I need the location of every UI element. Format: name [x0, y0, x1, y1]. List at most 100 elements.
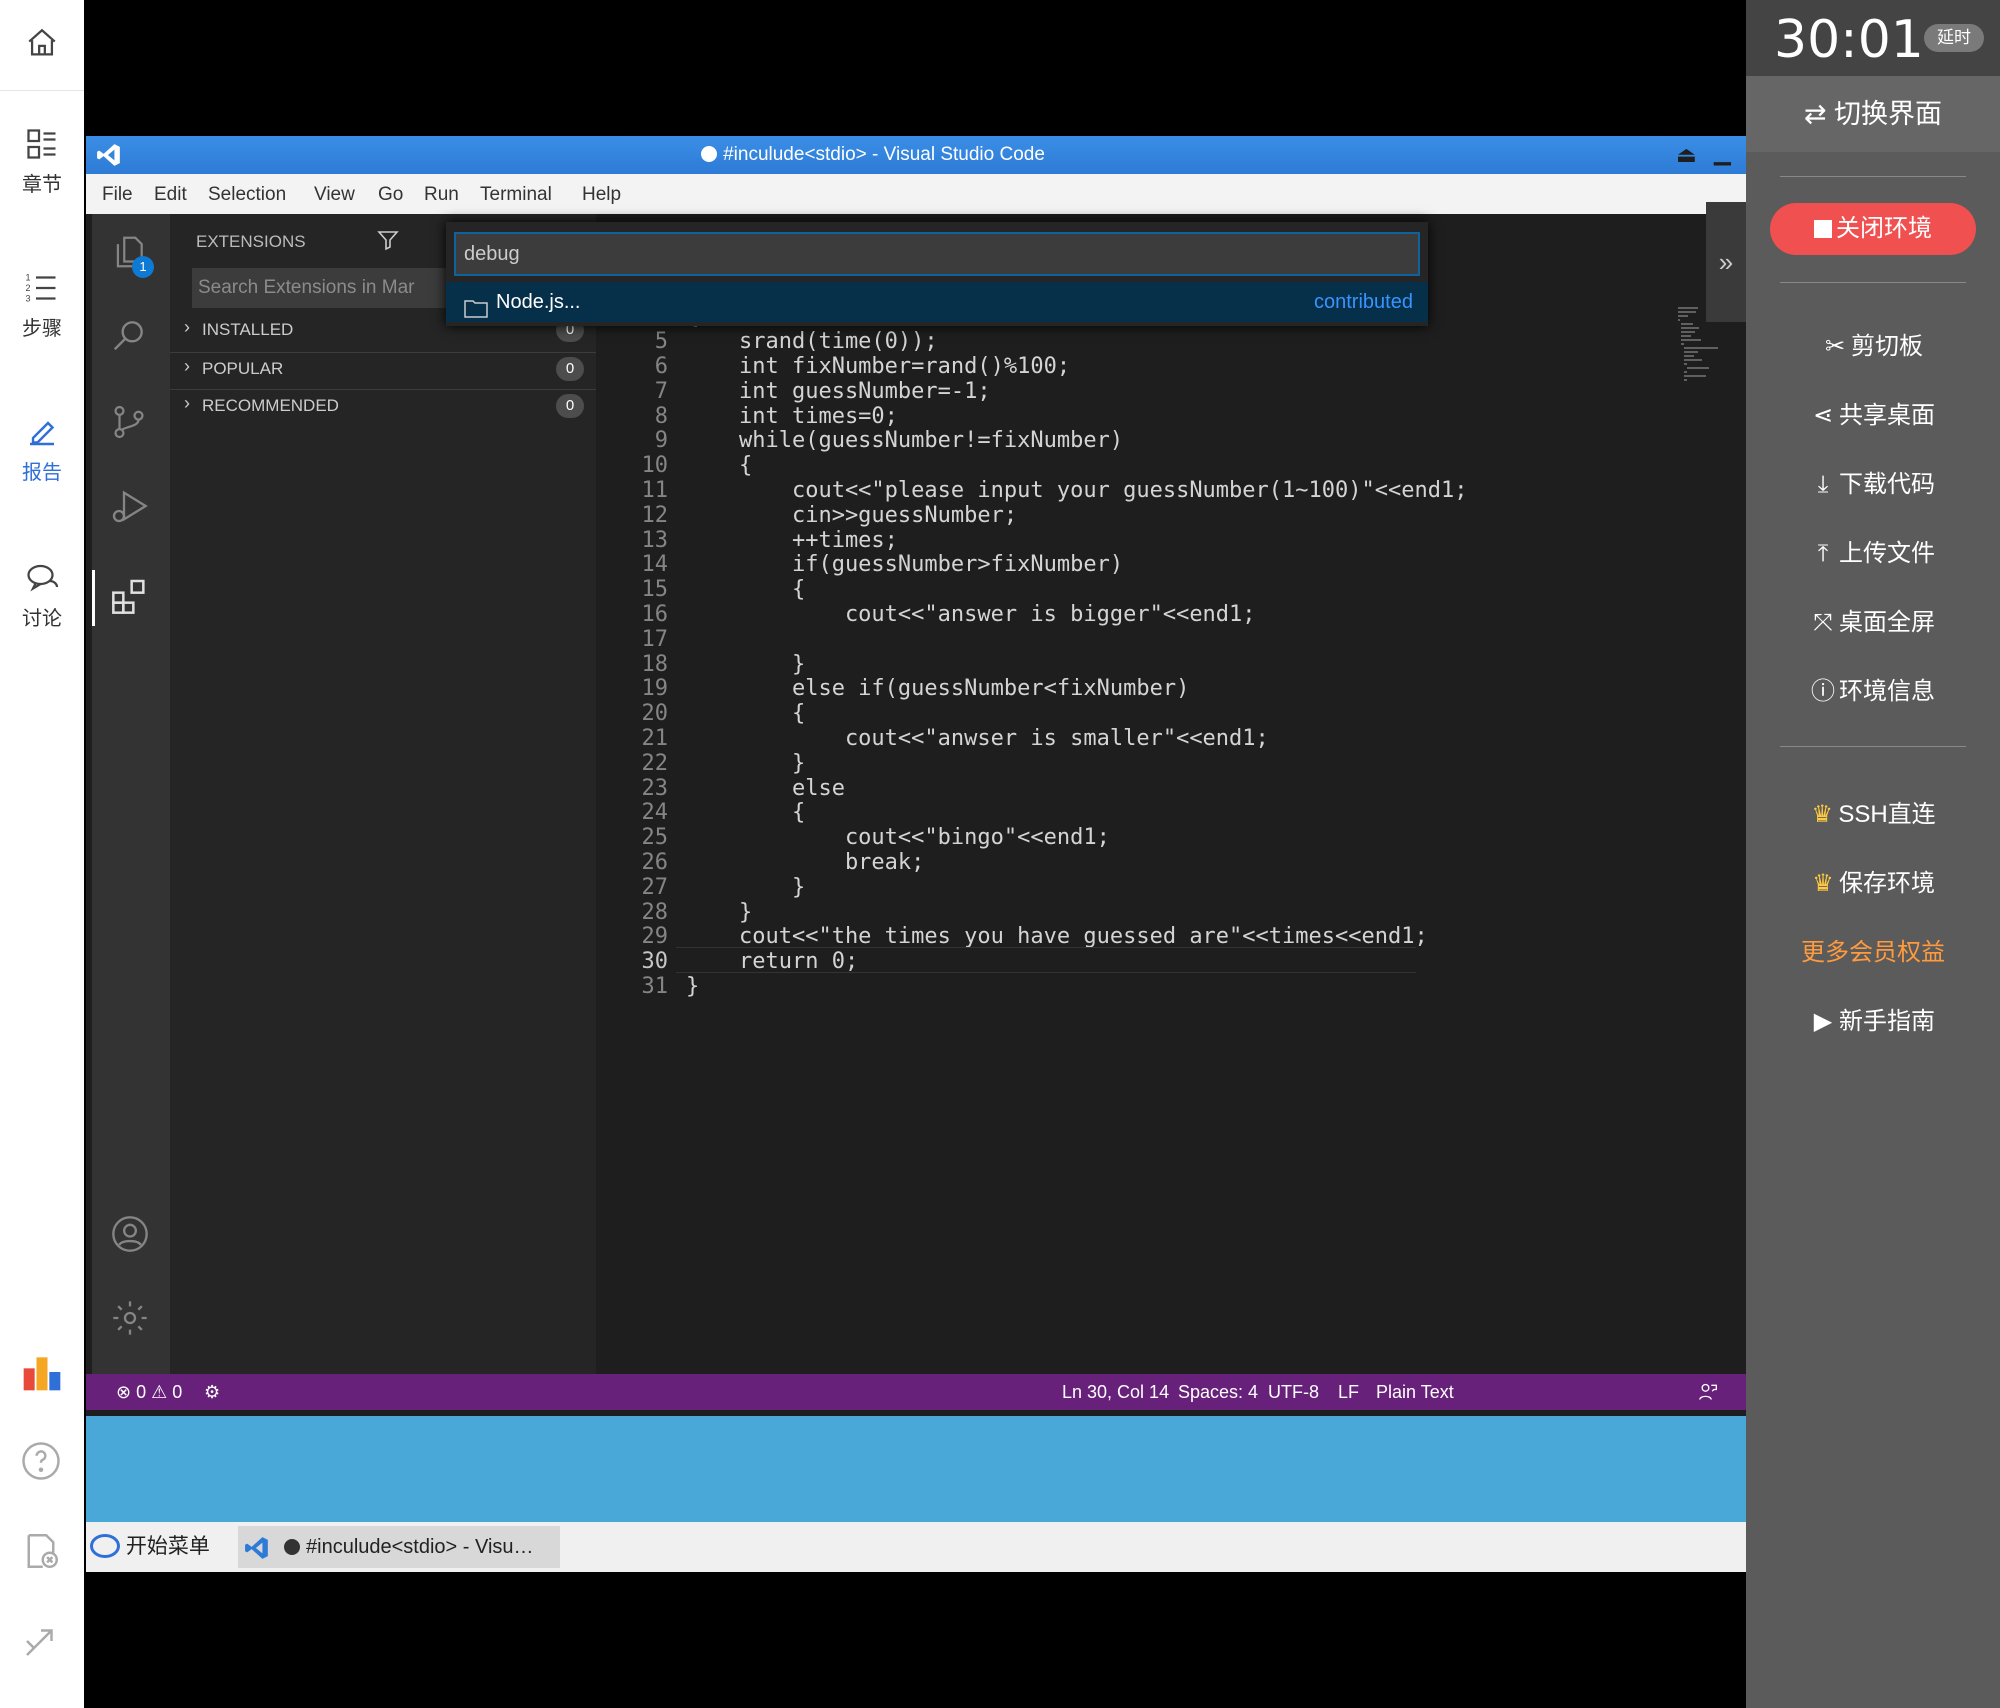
code-line[interactable]: else	[686, 776, 845, 801]
menu-selection[interactable]: Selection	[208, 184, 286, 206]
start-menu-button[interactable]: 开始菜单	[90, 1530, 210, 1564]
switch-ui-button[interactable]: ⇄ 切换界面	[1746, 76, 2000, 152]
menu-edit[interactable]: Edit	[154, 184, 187, 206]
menu-run[interactable]: Run	[424, 184, 459, 206]
code-line[interactable]: cout<<"answer is bigger"<<end1;	[686, 602, 1256, 627]
feedback-person-icon[interactable]	[1698, 1382, 1718, 1407]
line-number: 12	[641, 502, 669, 528]
divider	[1780, 282, 1966, 283]
expand-panel-chevron-icon[interactable]: »	[1706, 202, 1746, 322]
settings-gear-icon[interactable]	[110, 1298, 150, 1343]
code-line[interactable]: {	[686, 800, 805, 825]
run-debug-icon[interactable]	[108, 486, 150, 531]
upload-icon: ⤒	[1817, 540, 1829, 567]
eol[interactable]: LF	[1338, 1382, 1359, 1403]
extend-time-button[interactable]: 延时	[1924, 24, 1984, 52]
code-line[interactable]: cout<<"bingo"<<end1;	[686, 825, 1110, 850]
code-line[interactable]: return 0;	[686, 949, 858, 974]
section-popular[interactable]: › POPULAR 0	[170, 352, 596, 382]
clipboard-button[interactable]: ✂ 剪切板	[1746, 326, 2000, 361]
code-line[interactable]: cout<<"please input your guessNumber(1~1…	[686, 478, 1468, 503]
code-line[interactable]: cout<<"the times you have guessed are"<<…	[686, 924, 1428, 949]
ssh-direct-button[interactable]: ♛ SSH直连	[1746, 794, 2000, 829]
code-line[interactable]: else if(guessNumber<fixNumber)	[686, 676, 1189, 701]
chevron-right-icon: ›	[184, 317, 190, 337]
eject-icon[interactable]: ⏏	[1676, 142, 1697, 168]
code-line[interactable]: break;	[686, 850, 924, 875]
line-number: 26	[641, 850, 669, 875]
menu-file[interactable]: File	[102, 184, 133, 206]
debug-status-icon[interactable]: ⚙	[204, 1382, 220, 1403]
section-recommended[interactable]: › RECOMMENDED 0	[170, 389, 596, 419]
language-mode[interactable]: Plain Text	[1376, 1382, 1454, 1403]
nav-home[interactable]	[0, 26, 84, 66]
close-environment-button[interactable]: 关闭环境	[1770, 203, 1976, 255]
quick-pick: debug Node.js... contributed	[446, 222, 1428, 326]
nav-report[interactable]: 报告	[0, 414, 84, 485]
quick-pick-input[interactable]: debug	[454, 232, 1420, 276]
menu-help[interactable]: Help	[582, 184, 621, 206]
code-line[interactable]: {	[686, 701, 805, 726]
source-control-icon[interactable]	[110, 402, 148, 447]
problems-status[interactable]: ⊗ 0 ⚠ 0	[116, 1382, 182, 1403]
nav-discuss[interactable]: 讨论	[0, 560, 84, 631]
menu-go[interactable]: Go	[378, 184, 403, 206]
nav-chapters[interactable]: 章节	[0, 126, 84, 197]
code-line[interactable]: }	[686, 751, 805, 776]
course-nav: 章节 123 步骤 报告 讨论	[0, 0, 84, 1708]
code-line[interactable]: ++times;	[686, 528, 898, 553]
taskbar-window-vscode[interactable]: #inculude<stdio> - Visu…	[238, 1526, 560, 1568]
ranking-icon[interactable]	[20, 1350, 64, 1399]
nav-steps[interactable]: 123 步骤	[0, 270, 84, 341]
code-line[interactable]: srand(time(0));	[686, 329, 938, 354]
line-number: 8	[654, 403, 668, 429]
menu-terminal[interactable]: Terminal	[480, 184, 552, 206]
feedback-icon[interactable]	[20, 1620, 62, 1667]
help-icon[interactable]	[20, 1440, 62, 1487]
crown-icon: ♛	[1811, 801, 1834, 828]
code-line[interactable]: }	[686, 900, 752, 925]
search-icon[interactable]	[110, 316, 148, 359]
save-env-button[interactable]: ♛ 保存环境	[1746, 863, 2000, 898]
env-info-button[interactable]: ⓘ 环境信息	[1746, 671, 2000, 706]
code-line[interactable]: int fixNumber=rand()%100;	[686, 354, 1070, 379]
more-vip-link[interactable]: 更多会员权益	[1746, 932, 2000, 967]
pencil-icon	[30, 421, 55, 446]
upload-file-button[interactable]: ⤒ 上传文件	[1746, 533, 2000, 568]
section-popular-count: 0	[556, 357, 584, 381]
code-line[interactable]: if(guessNumber>fixNumber)	[686, 552, 1123, 577]
account-icon[interactable]	[110, 1214, 150, 1259]
document-close-icon[interactable]	[20, 1530, 62, 1577]
code-line[interactable]: cout<<"anwser is smaller"<<end1;	[686, 726, 1269, 751]
line-number: 23	[641, 775, 669, 801]
fullscreen-button[interactable]: ⤧ 桌面全屏	[1746, 602, 2000, 637]
filter-icon[interactable]	[376, 228, 400, 257]
guide-button[interactable]: ▶ 新手指南	[1746, 1001, 2000, 1036]
minimize-button[interactable]: ▁	[1714, 140, 1731, 166]
code-line[interactable]: {	[686, 577, 805, 602]
code-line[interactable]: }	[686, 652, 805, 677]
menu-view[interactable]: View	[314, 184, 355, 206]
error-icon: ⊗	[116, 1382, 132, 1402]
code-line[interactable]: int times=0;	[686, 404, 898, 429]
code-line[interactable]: }	[686, 974, 699, 999]
crown-icon: ♛	[1812, 870, 1834, 897]
indentation[interactable]: Spaces: 4	[1178, 1382, 1258, 1403]
explorer-icon[interactable]: 1	[110, 232, 154, 278]
ssh-direct-label: SSH直连	[1838, 801, 1936, 828]
code-line[interactable]: {	[686, 453, 752, 478]
code-line[interactable]: while(guessNumber!=fixNumber)	[686, 428, 1123, 453]
cursor-position[interactable]: Ln 30, Col 14	[1062, 1382, 1169, 1403]
code-line[interactable]: int guessNumber=-1;	[686, 379, 991, 404]
download-code-button[interactable]: ⤓ 下载代码	[1746, 464, 2000, 499]
code-editor[interactable]: 1#include<stdio.h>2usinng namespace std:…	[596, 214, 1792, 1374]
line-number: 25	[641, 825, 669, 851]
info-icon: ⓘ	[1811, 678, 1835, 705]
code-area[interactable]: 1#include<stdio.h>2usinng namespace std:…	[596, 214, 1746, 1374]
code-line[interactable]: cin>>guessNumber;	[686, 503, 1017, 528]
encoding[interactable]: UTF-8	[1268, 1382, 1319, 1403]
quick-pick-result[interactable]: Node.js... contributed	[446, 282, 1428, 322]
extensions-icon[interactable]	[110, 576, 150, 621]
code-line[interactable]: }	[686, 875, 805, 900]
share-desktop-button[interactable]: ⋖ 共享桌面	[1746, 395, 2000, 430]
